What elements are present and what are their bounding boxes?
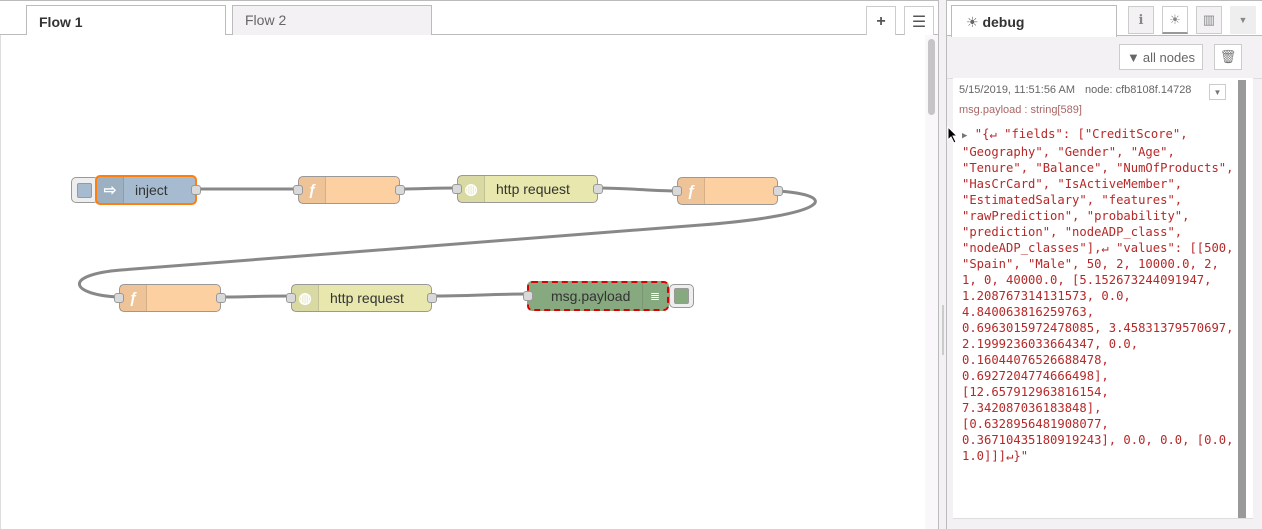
- node-inject[interactable]: ⇨ inject: [95, 175, 201, 205]
- output-port[interactable]: [191, 185, 201, 195]
- bug-icon: ☀: [1169, 11, 1181, 27]
- wire: [78, 189, 817, 299]
- output-port[interactable]: [216, 293, 226, 303]
- node-label: http request: [496, 181, 570, 197]
- message-node-id[interactable]: node: cfb8108f.14728: [1085, 84, 1191, 96]
- function-icon: ƒ: [678, 178, 705, 204]
- node-http-request[interactable]: ◍ http request: [452, 175, 603, 203]
- input-port[interactable]: [293, 185, 303, 195]
- message-payload[interactable]: ▶ "{↵ "fields": ["CreditScore", "Geograp…: [962, 126, 1234, 464]
- tab-debug[interactable]: ☀ debug: [951, 5, 1117, 37]
- node-function[interactable]: ƒ: [672, 177, 783, 205]
- debug-sidebar: ☀ debug i ☀ ▥ ▼ ▼ all nodes 🗑 5/15/2019,…: [947, 0, 1262, 529]
- input-port[interactable]: [286, 293, 296, 303]
- message-list-scrollbar[interactable]: [1238, 80, 1246, 518]
- wire: [219, 294, 292, 299]
- scrollbar-thumb[interactable]: [928, 39, 935, 115]
- node-label: msg.payload: [551, 288, 631, 304]
- mouse-cursor-icon: [947, 126, 959, 144]
- debug-toolbar: ▼ all nodes 🗑: [947, 36, 1262, 79]
- sidebar-menu-button[interactable]: ▼: [1230, 6, 1256, 34]
- sidebar-resize-handle[interactable]: [938, 0, 947, 529]
- node-http-request[interactable]: ◍ http request: [286, 284, 437, 312]
- tab-flow-1[interactable]: Flow 1: [26, 5, 226, 37]
- canvas-scrollbar[interactable]: [925, 35, 938, 529]
- chevron-down-icon: ▼: [1213, 87, 1222, 97]
- filter-all-nodes-button[interactable]: ▼ all nodes: [1119, 44, 1203, 70]
- list-lines-icon: ≣: [642, 283, 667, 309]
- input-port[interactable]: [452, 184, 462, 194]
- input-port[interactable]: [672, 186, 682, 196]
- flow-canvas[interactable]: ⇨ inject ƒ ◍ http request ƒ ƒ ◍ http req…: [0, 35, 925, 529]
- input-port[interactable]: [114, 293, 124, 303]
- output-port[interactable]: [773, 186, 783, 196]
- wires: [78, 186, 817, 299]
- bug-icon: ☀: [966, 14, 979, 30]
- node-label: inject: [135, 182, 168, 198]
- node-debug[interactable]: msg.payload ≣: [523, 281, 669, 311]
- wire: [596, 186, 678, 193]
- expand-arrow-icon[interactable]: ▶: [962, 131, 967, 141]
- message-meta: 5/15/2019, 11:51:56 AM node: cfb8108f.147…: [959, 84, 1191, 96]
- tab-flow-2[interactable]: Flow 2: [232, 5, 432, 36]
- plus-icon: +: [876, 12, 886, 30]
- flow-tab-bar: Flow 1 Flow 2 + ☰: [0, 0, 938, 37]
- node-function[interactable]: ƒ: [293, 176, 405, 204]
- function-icon: ƒ: [299, 177, 326, 203]
- filter-icon: ▼: [1127, 49, 1140, 65]
- message-timestamp: 5/15/2019, 11:51:56 AM: [959, 84, 1075, 96]
- function-icon: ƒ: [120, 285, 147, 311]
- output-port[interactable]: [593, 184, 603, 194]
- wire: [430, 292, 528, 298]
- add-flow-button[interactable]: +: [866, 6, 896, 36]
- sidebar-tab-bar: ☀ debug i ☀ ▥ ▼: [947, 0, 1262, 37]
- arrow-right-icon: ⇨: [97, 177, 124, 203]
- clear-messages-button[interactable]: 🗑: [1214, 44, 1242, 70]
- list-icon: ☰: [911, 13, 927, 31]
- debug-tab-button[interactable]: ☀: [1162, 6, 1188, 34]
- globe-icon: ◍: [458, 176, 485, 202]
- wire: [398, 186, 458, 191]
- dashboard-tab-button[interactable]: ▥: [1196, 6, 1222, 34]
- node-label: http request: [330, 290, 404, 306]
- trash-icon: 🗑: [1219, 49, 1237, 64]
- chevron-down-icon: ▼: [1238, 15, 1248, 25]
- message-topic: msg.payload : string[589]: [959, 104, 1082, 116]
- node-function[interactable]: ƒ: [114, 284, 226, 312]
- filter-label: all nodes: [1142, 49, 1195, 65]
- globe-icon: ◍: [292, 285, 319, 311]
- flow-list-button[interactable]: ☰: [904, 6, 934, 36]
- workspace: Flow 1 Flow 2 + ☰ ⇨ inject ƒ ◍ http requ…: [0, 0, 940, 529]
- output-port[interactable]: [395, 185, 405, 195]
- message-options-button[interactable]: ▼: [1209, 84, 1226, 100]
- info-tab-button[interactable]: i: [1128, 6, 1154, 34]
- debug-toggle-button[interactable]: [669, 284, 694, 308]
- tab-label: debug: [982, 14, 1025, 30]
- chart-icon: ▥: [1202, 12, 1216, 27]
- info-icon: i: [1138, 12, 1144, 28]
- input-port[interactable]: [523, 291, 533, 301]
- payload-text: "{↵ "fields": ["CreditScore", "Geography…: [962, 127, 1234, 463]
- output-port[interactable]: [427, 293, 437, 303]
- debug-message-list: 5/15/2019, 11:51:56 AM node: cfb8108f.147…: [953, 78, 1253, 519]
